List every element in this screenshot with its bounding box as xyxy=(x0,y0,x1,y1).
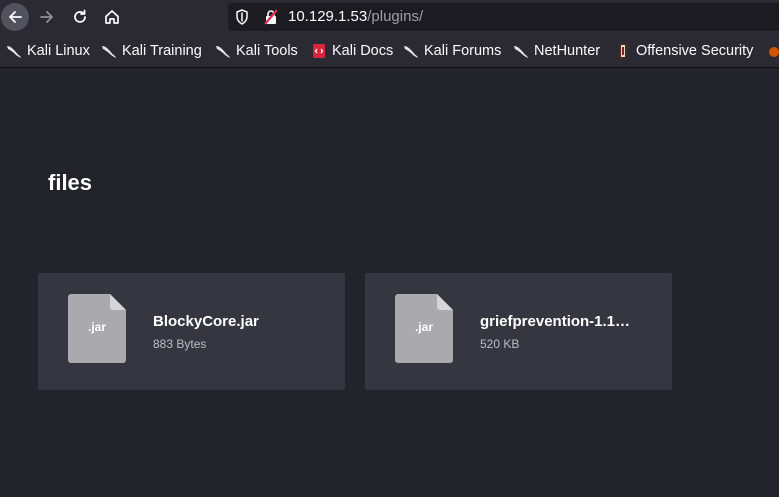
kali-docs-icon xyxy=(313,44,325,58)
reload-button[interactable] xyxy=(66,3,94,31)
browser-toolbar: 10.129.1.53/plugins/ xyxy=(0,0,779,34)
bookmark-overflow[interactable] xyxy=(766,42,779,60)
kali-dragon-icon xyxy=(216,46,230,58)
bookmark-partial-icon xyxy=(769,47,779,57)
forward-button[interactable] xyxy=(33,3,61,31)
file-name[interactable]: griefprevention-1.1… xyxy=(480,313,630,330)
address-bar[interactable]: 10.129.1.53/plugins/ xyxy=(228,3,779,31)
bookmark-label: Kali Linux xyxy=(27,43,90,59)
bookmarks-toolbar: Kali Linux Kali Training Kali Tools Kali… xyxy=(0,34,779,68)
arrow-right-icon xyxy=(40,11,53,23)
bookmark-nethunter[interactable]: NetHunter xyxy=(513,42,600,60)
bookmark-kali-training[interactable]: Kali Training xyxy=(101,42,202,60)
file-size: 520 KB xyxy=(480,337,520,351)
bookmark-label: Kali Training xyxy=(122,43,202,59)
bookmark-label: Kali Docs xyxy=(332,43,394,59)
bookmark-kali-linux[interactable]: Kali Linux xyxy=(6,42,90,60)
home-button[interactable] xyxy=(98,3,126,31)
url-host: 10.129.1.53 xyxy=(288,8,368,25)
bookmark-label: NetHunter xyxy=(534,43,601,59)
arrow-left-icon xyxy=(9,11,22,23)
home-icon xyxy=(105,10,119,24)
file-name[interactable]: BlockyCore.jar xyxy=(153,313,259,330)
kali-dragon-icon xyxy=(7,46,21,58)
tracking-shield-icon[interactable] xyxy=(235,9,249,25)
file-size: 883 Bytes xyxy=(153,337,207,351)
bookmark-kali-docs[interactable]: Kali Docs xyxy=(311,42,393,60)
kali-dragon-icon xyxy=(514,46,528,58)
file-extension: .jar xyxy=(414,320,433,334)
back-button[interactable] xyxy=(1,3,29,31)
kali-dragon-icon xyxy=(404,46,418,58)
offsec-icon xyxy=(618,43,628,59)
page-title: files xyxy=(48,170,93,195)
file-card[interactable]: .jar griefprevention-1.1… 520 KB xyxy=(365,273,672,390)
reload-icon xyxy=(74,9,86,23)
insecure-lock-icon[interactable] xyxy=(263,9,279,25)
bookmark-label: Kali Forums xyxy=(424,43,502,59)
file-card[interactable]: .jar BlockyCore.jar 883 Bytes xyxy=(38,273,345,390)
bookmark-label: Offensive Security xyxy=(636,43,754,59)
url-text[interactable]: 10.129.1.53/plugins/ xyxy=(288,8,423,26)
url-path: /plugins/ xyxy=(367,8,424,25)
file-extension: .jar xyxy=(87,320,106,334)
bookmark-offensive-security[interactable]: Offensive Security xyxy=(615,42,753,60)
bookmark-label: Kali Tools xyxy=(236,43,298,59)
kali-dragon-icon xyxy=(102,46,116,58)
bookmark-kali-tools[interactable]: Kali Tools xyxy=(215,42,298,60)
bookmark-kali-forums[interactable]: Kali Forums xyxy=(403,42,501,60)
